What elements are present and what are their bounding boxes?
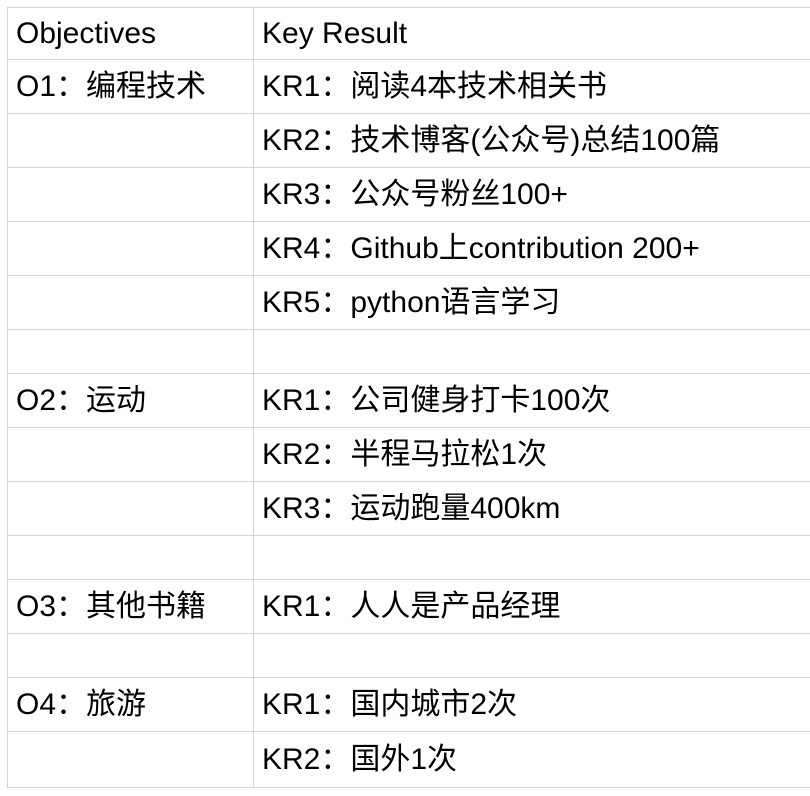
key-result-cell[interactable]: KR1：公司健身打卡100次 xyxy=(253,373,810,428)
key-result-cell[interactable]: KR3：公众号粉丝100+ xyxy=(253,167,810,222)
objective-cell[interactable] xyxy=(7,221,254,276)
header-objectives-cell[interactable]: Objectives xyxy=(7,7,254,60)
objective-cell[interactable] xyxy=(7,167,254,222)
key-result-cell[interactable]: KR1：阅读4本技术相关书 xyxy=(253,59,810,114)
okr-table: Objectives Key Result O1：编程技术 KR1：阅读4本技术… xyxy=(7,7,810,788)
objective-cell[interactable]: O4：旅游 xyxy=(7,677,254,732)
table-row: KR2：国外1次 xyxy=(7,731,810,788)
key-result-cell[interactable]: KR2：半程马拉松1次 xyxy=(253,427,810,482)
table-row xyxy=(7,535,810,580)
objective-cell[interactable] xyxy=(7,113,254,168)
objective-cell[interactable] xyxy=(7,427,254,482)
table-row: KR2：半程马拉松1次 xyxy=(7,427,810,482)
table-row: O3：其他书籍 KR1：人人是产品经理 xyxy=(7,579,810,634)
table-row: KR2：技术博客(公众号)总结100篇 xyxy=(7,113,810,168)
objective-cell[interactable] xyxy=(7,731,254,788)
key-result-cell[interactable]: KR2：国外1次 xyxy=(253,731,810,788)
key-result-cell[interactable]: KR4：Github上contribution 200+ xyxy=(253,221,810,276)
table-row: KR5：python语言学习 xyxy=(7,275,810,330)
key-result-cell[interactable]: KR2：技术博客(公众号)总结100篇 xyxy=(253,113,810,168)
table-row: KR4：Github上contribution 200+ xyxy=(7,221,810,276)
table-row: KR3：公众号粉丝100+ xyxy=(7,167,810,222)
header-row: Objectives Key Result xyxy=(7,7,810,60)
key-result-cell[interactable] xyxy=(253,535,810,580)
key-result-cell[interactable]: KR1：人人是产品经理 xyxy=(253,579,810,634)
key-result-cell[interactable] xyxy=(253,329,810,374)
key-result-cell[interactable] xyxy=(253,633,810,678)
objective-cell[interactable] xyxy=(7,633,254,678)
objective-cell[interactable] xyxy=(7,481,254,536)
objective-cell[interactable]: O1：编程技术 xyxy=(7,59,254,114)
table-row: O1：编程技术 KR1：阅读4本技术相关书 xyxy=(7,59,810,114)
table-row: KR3：运动跑量400km xyxy=(7,481,810,536)
objective-cell[interactable] xyxy=(7,535,254,580)
key-result-cell[interactable]: KR1：国内城市2次 xyxy=(253,677,810,732)
objective-cell[interactable]: O3：其他书籍 xyxy=(7,579,254,634)
table-row: O4：旅游 KR1：国内城市2次 xyxy=(7,677,810,732)
table-row xyxy=(7,329,810,374)
key-result-cell[interactable]: KR3：运动跑量400km xyxy=(253,481,810,536)
table-row xyxy=(7,633,810,678)
table-row: O2：运动 KR1：公司健身打卡100次 xyxy=(7,373,810,428)
key-result-cell[interactable]: KR5：python语言学习 xyxy=(253,275,810,330)
header-key-result-cell[interactable]: Key Result xyxy=(253,7,810,60)
objective-cell[interactable] xyxy=(7,329,254,374)
objective-cell[interactable]: O2：运动 xyxy=(7,373,254,428)
objective-cell[interactable] xyxy=(7,275,254,330)
